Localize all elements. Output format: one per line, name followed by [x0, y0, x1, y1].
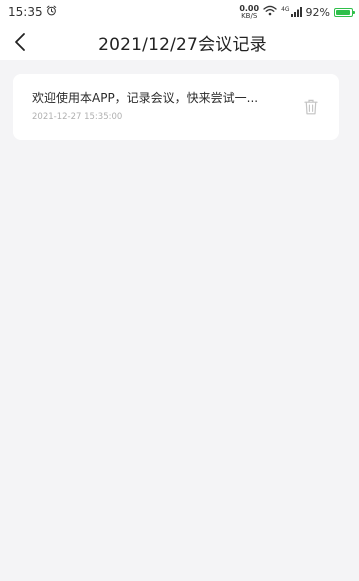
- wifi-icon: [263, 5, 277, 19]
- list-item[interactable]: 欢迎使用本APP，记录会议，快来尝试一... 2021-12-27 15:35:…: [13, 74, 339, 140]
- status-left: 15:35: [8, 5, 57, 19]
- record-time: 2021-12-27 15:35:00: [32, 112, 123, 122]
- page-title: 2021/12/27会议记录: [98, 34, 267, 55]
- records-list: 欢迎使用本APP，记录会议，快来尝试一... 2021-12-27 15:35:…: [0, 60, 359, 581]
- network-speed-unit: KB/S: [241, 11, 258, 20]
- battery-percent: 92%: [305, 5, 330, 19]
- status-right: 0.00 KB/S 4G 92%: [239, 4, 355, 20]
- status-bar: 15:35 0.00 KB/S 4G 92%: [0, 0, 359, 24]
- battery-fill: [336, 9, 350, 15]
- nav-bar: 2021/12/27会议记录: [0, 24, 359, 60]
- network-type: 4G: [281, 6, 290, 13]
- trash-icon: [304, 99, 318, 115]
- alarm-icon: [46, 5, 57, 19]
- record-text: 欢迎使用本APP，记录会议，快来尝试一...: [32, 91, 259, 105]
- status-time: 15:35: [8, 5, 43, 19]
- network-speed: 0.00 KB/S: [239, 4, 259, 20]
- battery-icon: [334, 7, 355, 17]
- signal-icon: 4G: [281, 6, 302, 17]
- delete-button[interactable]: [301, 97, 321, 117]
- back-button[interactable]: [6, 28, 34, 56]
- chevron-left-icon: [15, 33, 25, 51]
